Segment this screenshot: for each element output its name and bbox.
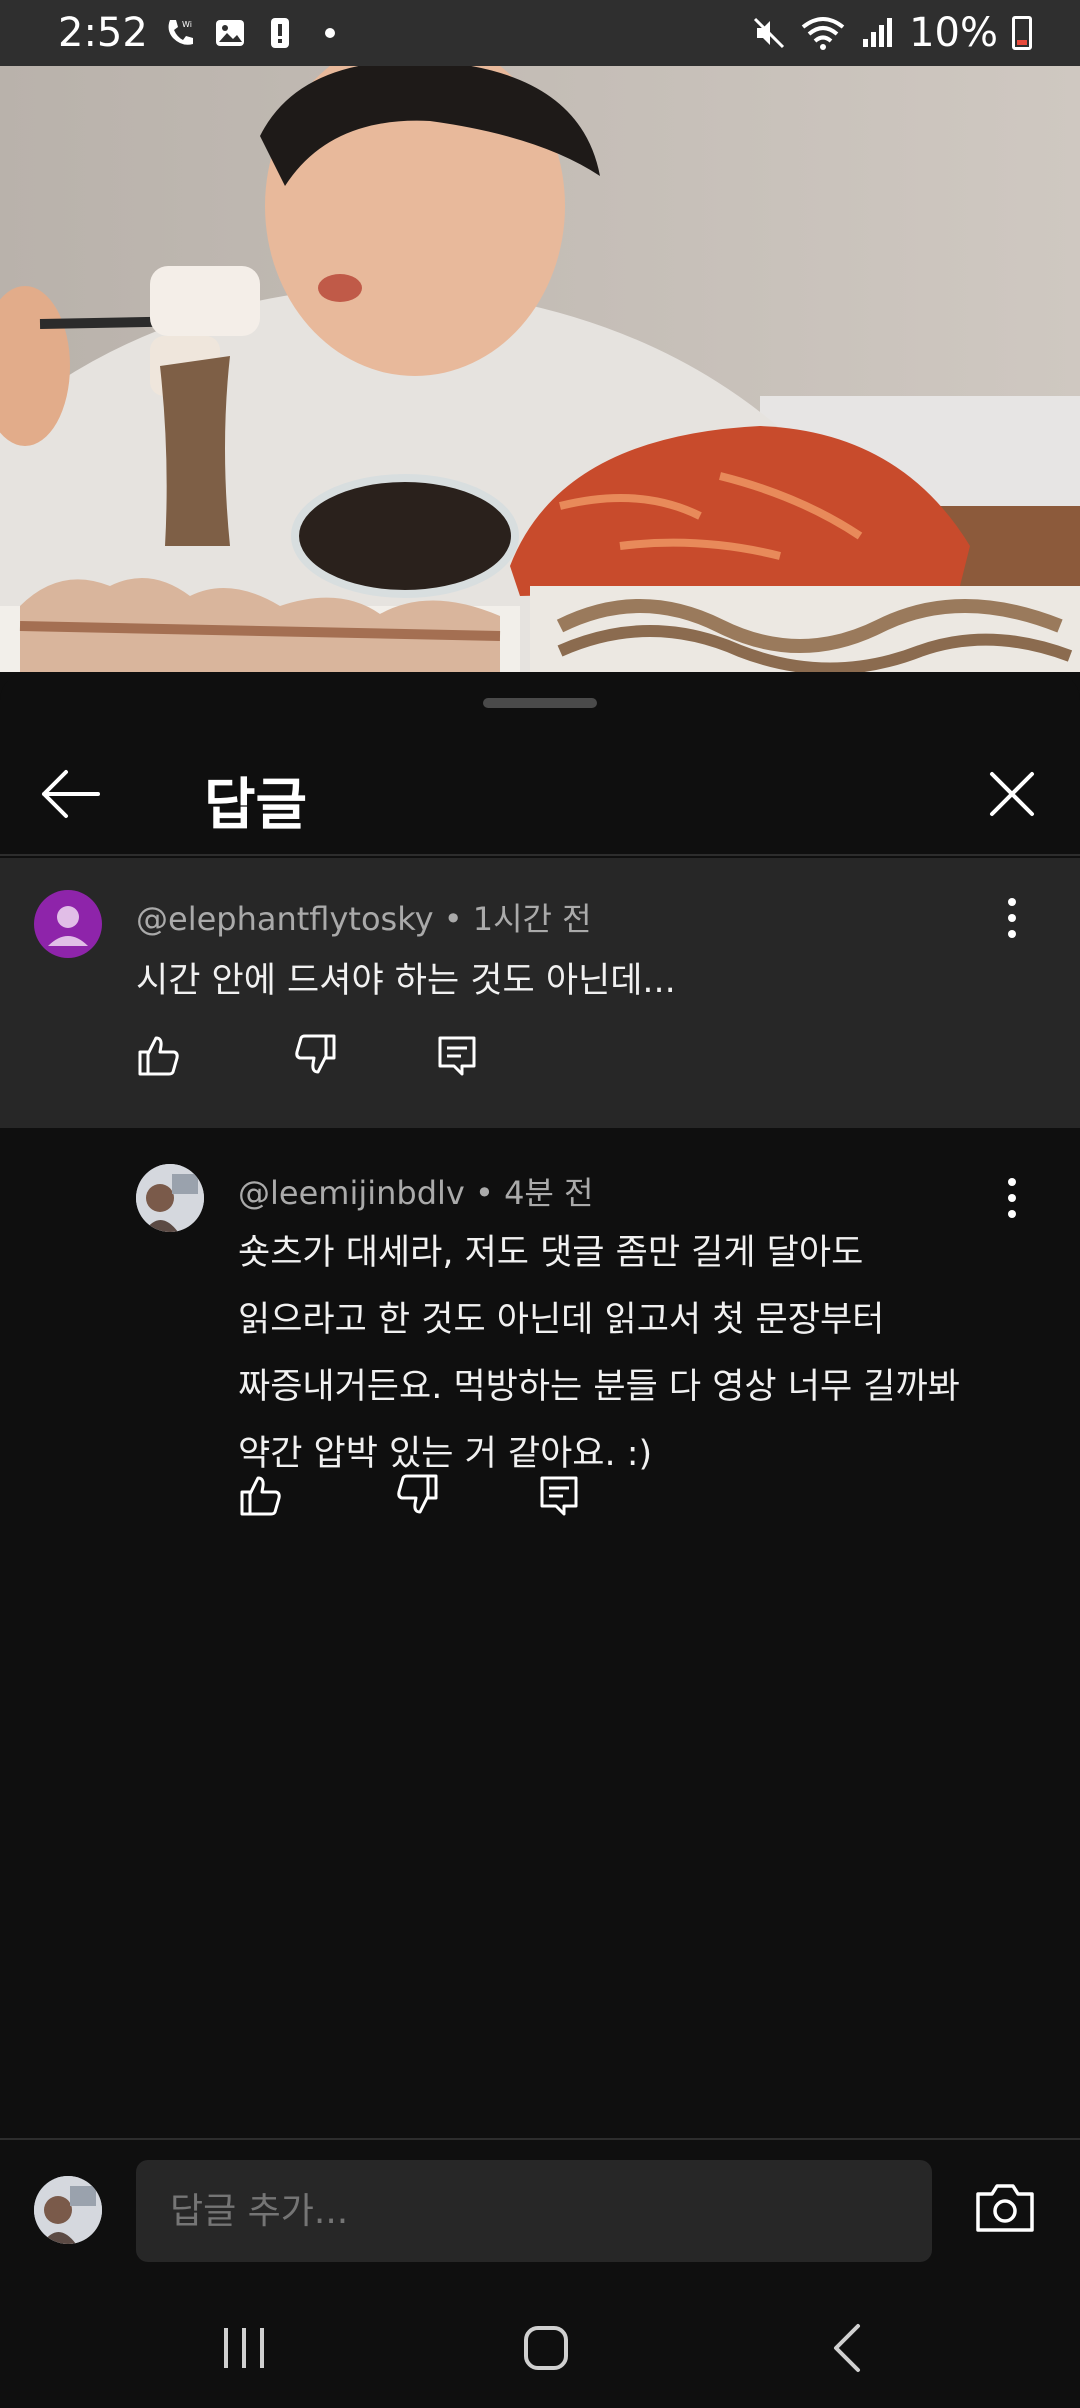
comment-time: 1시간 전	[472, 900, 592, 938]
comment-author[interactable]: @elephantflytosky	[136, 900, 434, 938]
comment-text: 시간 안에 드셔야 하는 것도 아닌데...	[136, 961, 676, 1001]
default-avatar-icon	[48, 906, 88, 946]
video-player[interactable]	[0, 66, 1080, 672]
dislike-icon[interactable]	[394, 1472, 440, 1518]
like-icon[interactable]	[136, 1032, 182, 1078]
status-time: 2:52	[58, 10, 148, 56]
parent-comment: @elephantflytosky • 1시간 전 시간 안에 드셔야 하는 것…	[0, 858, 1080, 1128]
reply-text-line: 읽으라고 한 것도 아닌데 읽고서 첫 문장부터	[238, 1300, 885, 1340]
meta-separator: •	[443, 900, 463, 938]
like-icon[interactable]	[238, 1472, 284, 1518]
camera-icon[interactable]	[972, 2176, 1038, 2242]
reply-text-line: 숏츠가 대세라, 저도 댓글 좀만 길게 달아도	[238, 1233, 864, 1273]
wifi-icon	[801, 17, 845, 50]
battery-icon	[1012, 16, 1032, 50]
gallery-icon	[215, 20, 244, 46]
dislike-icon[interactable]	[292, 1032, 338, 1078]
avatar[interactable]	[136, 1164, 204, 1232]
reply-text-line: 짜증내거든요. 먹방하는 분들 다 영상 너무 길까봐	[238, 1367, 960, 1407]
battery-percent: 10%	[909, 10, 998, 56]
avatar[interactable]	[34, 890, 102, 958]
reply-comment: @leemijinbdlv • 4분 전 숏츠가 대세라, 저도 댓글 좀만 길…	[0, 1128, 1080, 1528]
reply-time: 4분 전	[504, 1174, 594, 1212]
navigation-bar	[0, 2288, 1080, 2408]
sheet-title: 답글	[204, 773, 308, 838]
drag-handle[interactable]	[483, 698, 597, 708]
signal-icon	[863, 18, 893, 47]
reply-composer	[0, 2138, 1080, 2298]
dot-icon	[324, 28, 335, 38]
home-icon[interactable]	[506, 2312, 586, 2384]
recent-apps-icon[interactable]	[204, 2312, 284, 2384]
reply-text-line: 약간 압박 있는 거 같아요. :)	[238, 1434, 653, 1474]
sheet-header: 답글	[0, 732, 1080, 856]
comment-meta: @elephantflytosky • 1시간 전	[136, 894, 592, 940]
my-avatar	[34, 2176, 102, 2244]
mute-icon	[754, 17, 785, 49]
more-options-icon[interactable]	[992, 888, 1032, 948]
reply-input[interactable]	[136, 2160, 932, 2262]
reply-icon[interactable]	[536, 1472, 582, 1518]
status-bar: 2:52 Wi 10%	[0, 0, 1080, 66]
reply-meta: @leemijinbdlv • 4분 전	[238, 1168, 593, 1214]
close-icon[interactable]	[980, 762, 1044, 826]
meta-separator: •	[475, 1174, 494, 1212]
svg-text:Wi: Wi	[182, 20, 192, 29]
user-photo-icon	[136, 1164, 204, 1232]
user-photo-icon	[34, 2176, 102, 2244]
back-arrow-icon[interactable]	[36, 762, 104, 826]
video-frame	[0, 66, 1080, 672]
replies-sheet: 답글 @elephantflytosky • 1시간 전 시간 안에 드셔야 하…	[0, 672, 1080, 2408]
reply-text: 숏츠가 대세라, 저도 댓글 좀만 길게 달아도 읽으라고 한 것도 아닌데 읽…	[238, 1220, 960, 1488]
reply-author[interactable]: @leemijinbdlv	[238, 1174, 465, 1212]
reply-icon[interactable]	[434, 1032, 480, 1078]
nav-back-icon[interactable]	[808, 2312, 888, 2384]
more-options-icon[interactable]	[992, 1168, 1032, 1228]
alert-icon	[270, 18, 289, 48]
wifi-calling-icon: Wi	[168, 20, 193, 45]
